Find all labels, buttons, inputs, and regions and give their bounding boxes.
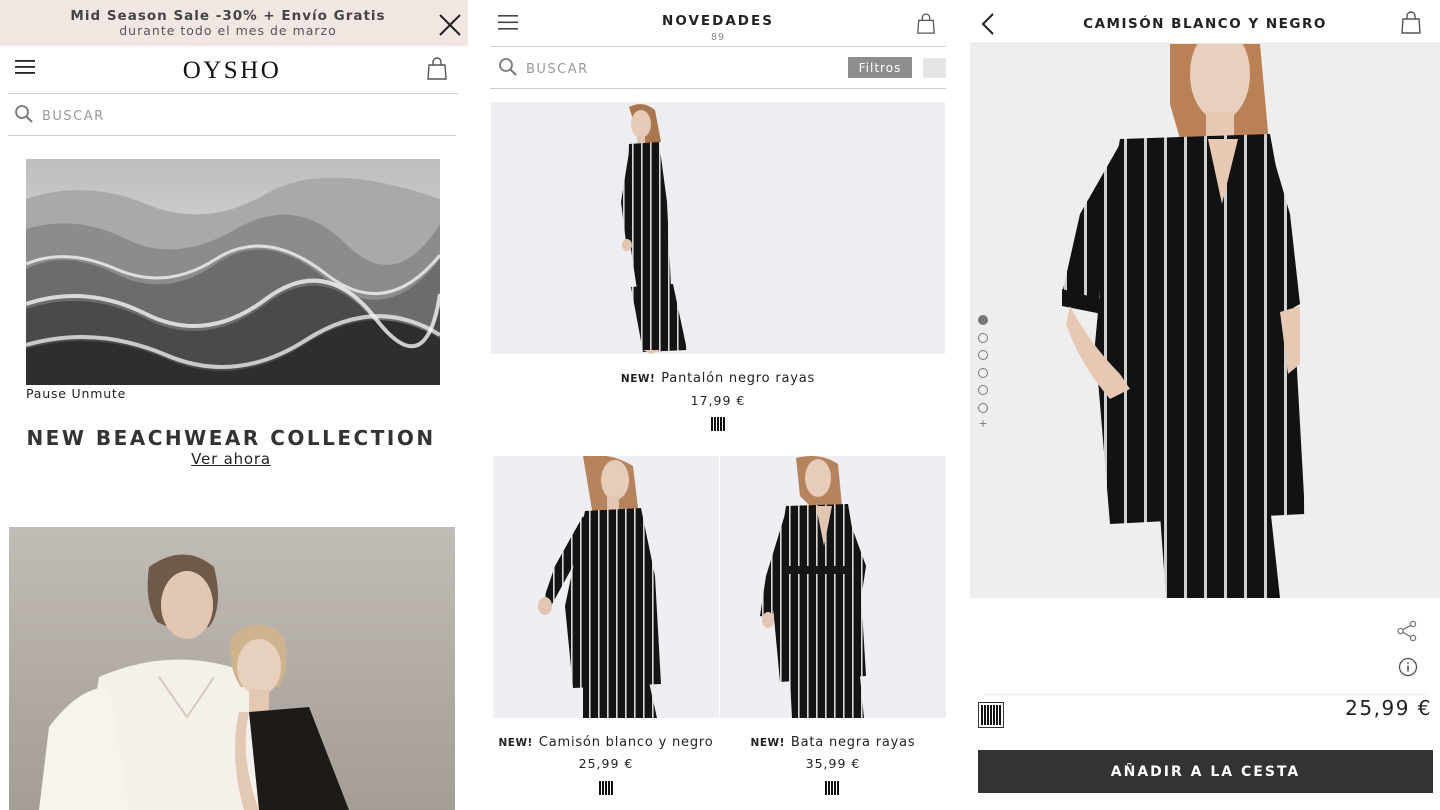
product-gallery[interactable] — [970, 44, 1440, 598]
promo-title: Mid Season Sale -30% + Envío Gratis — [70, 8, 386, 24]
product-image[interactable] — [493, 456, 719, 718]
product-image[interactable] — [491, 102, 945, 354]
pause-button[interactable]: Pause — [26, 386, 67, 401]
search-icon — [15, 105, 33, 123]
product-image[interactable] — [720, 456, 946, 718]
product-name-text: Bata negra rayas — [790, 735, 916, 750]
collection-title: NEW BEACHWEAR COLLECTION — [26, 426, 436, 450]
campaign-image — [9, 527, 455, 810]
hero-video[interactable] — [26, 159, 440, 385]
model-photo — [493, 456, 719, 718]
video-controls: Pause Unmute — [26, 386, 126, 401]
unmute-button[interactable]: Unmute — [72, 386, 127, 401]
view-toggle[interactable] — [923, 58, 946, 78]
search-input[interactable] — [526, 60, 806, 78]
promo-subtitle: durante todo el mes de marzo — [119, 23, 337, 38]
share-icon[interactable] — [1396, 620, 1418, 642]
view-now-link[interactable]: Ver ahora — [191, 450, 271, 468]
stripe-swatch-icon — [981, 705, 1001, 725]
product-price: 25,99 € — [1345, 696, 1432, 720]
color-swatch-icon[interactable] — [599, 781, 613, 795]
product-name-text: Camisón blanco y negro — [538, 735, 714, 750]
divider — [984, 694, 1428, 695]
model-photo — [970, 44, 1440, 598]
category-title: NOVEDADES — [662, 13, 774, 29]
search-input[interactable] — [42, 106, 422, 126]
new-badge: NEW! — [750, 737, 785, 749]
gallery-pagination: + — [978, 315, 990, 429]
color-swatch-icon[interactable] — [711, 417, 725, 431]
chevron-left-icon[interactable] — [980, 12, 996, 36]
product-list-screen: NOVEDADES 89 Filtros NEW! Pantalón negro … — [482, 0, 960, 810]
new-badge: NEW! — [620, 373, 656, 385]
product-name[interactable]: NEW! Bata negra rayas — [720, 735, 946, 750]
divider — [490, 88, 946, 89]
collection-link-wrap: Ver ahora — [0, 450, 462, 468]
new-badge: NEW! — [498, 737, 533, 749]
product-name[interactable]: NEW! Camisón blanco y negro — [493, 735, 719, 750]
add-to-cart-button[interactable]: AÑADIR A LA CESTA — [978, 750, 1433, 793]
gallery-dot[interactable] — [978, 332, 988, 343]
model-photo — [491, 102, 945, 354]
divider — [8, 135, 456, 136]
landscape-image — [26, 159, 440, 385]
hamburger-icon[interactable] — [14, 58, 36, 76]
info-icon[interactable] — [1398, 657, 1418, 677]
product-name[interactable]: NEW! Pantalón negro rayas — [491, 371, 945, 386]
product-price: 35,99 € — [805, 756, 861, 771]
gallery-dot[interactable] — [978, 402, 988, 413]
campaign-banner[interactable] — [9, 527, 455, 810]
gallery-dot[interactable] — [978, 385, 988, 396]
brand-logo[interactable]: OYSHO — [132, 57, 332, 85]
divider — [8, 93, 458, 94]
close-icon[interactable] — [437, 12, 463, 38]
product-title: CAMISÓN BLANCO Y NEGRO — [1083, 16, 1327, 32]
product-detail-screen: CAMISÓN BLANCO Y NEGRO + 25,99 € AÑADIR … — [970, 0, 1440, 810]
product-price: 25,99 € — [578, 756, 634, 771]
color-swatch-selected[interactable] — [978, 702, 1004, 728]
promo-banner: Mid Season Sale -30% + Envío Gratis dura… — [0, 0, 468, 46]
model-photo — [720, 456, 946, 718]
shopping-bag-icon[interactable] — [1400, 11, 1422, 35]
product-name-text: Pantalón negro rayas — [661, 371, 816, 386]
product-price: 17,99 € — [690, 393, 746, 408]
gallery-dot[interactable] — [978, 350, 988, 361]
gallery-more[interactable]: + — [978, 418, 988, 429]
divider — [490, 46, 946, 47]
color-swatch-icon[interactable] — [825, 781, 839, 795]
shopping-bag-icon[interactable] — [426, 57, 448, 81]
search-icon — [499, 58, 517, 76]
gallery-dot[interactable] — [978, 367, 988, 378]
gallery-dot[interactable] — [978, 315, 988, 325]
hamburger-icon[interactable] — [498, 14, 518, 31]
home-screen: Mid Season Sale -30% + Envío Gratis dura… — [0, 0, 468, 810]
shopping-bag-icon[interactable] — [916, 13, 936, 35]
filters-button[interactable]: Filtros — [848, 57, 912, 78]
product-count: 89 — [710, 32, 726, 43]
